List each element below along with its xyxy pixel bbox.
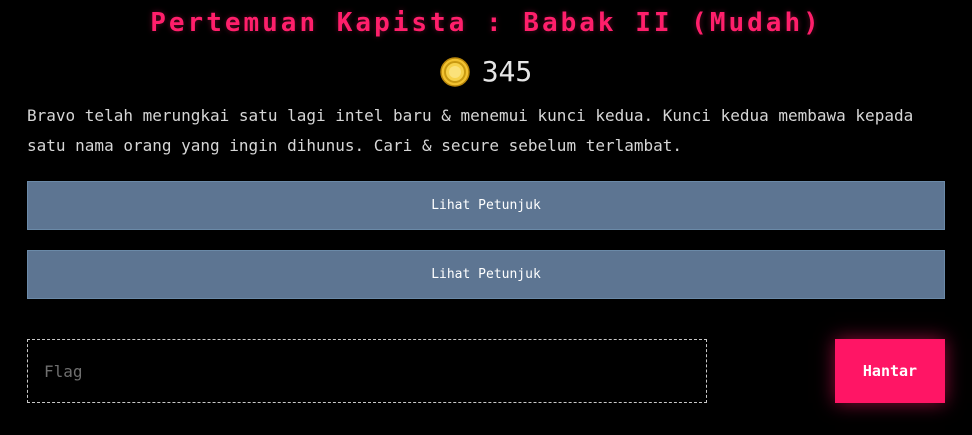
hint-button-1[interactable]: Lihat Petunjuk xyxy=(27,181,945,230)
hint-button-label: Lihat Petunjuk xyxy=(431,198,541,213)
coin-icon xyxy=(439,57,470,87)
submit-button[interactable]: Hantar xyxy=(835,339,945,403)
coin-balance: 345 xyxy=(0,54,972,90)
page-title: Pertemuan Kapista : Babak II (Mudah) xyxy=(150,8,822,38)
challenge-description: Bravo telah merungkai satu lagi intel ba… xyxy=(27,106,914,155)
hint-button-label: Lihat Petunjuk xyxy=(431,267,541,282)
flag-input[interactable] xyxy=(27,339,707,403)
coin-count: 345 xyxy=(481,55,533,88)
hint-button-2[interactable]: Lihat Petunjuk xyxy=(27,250,945,299)
